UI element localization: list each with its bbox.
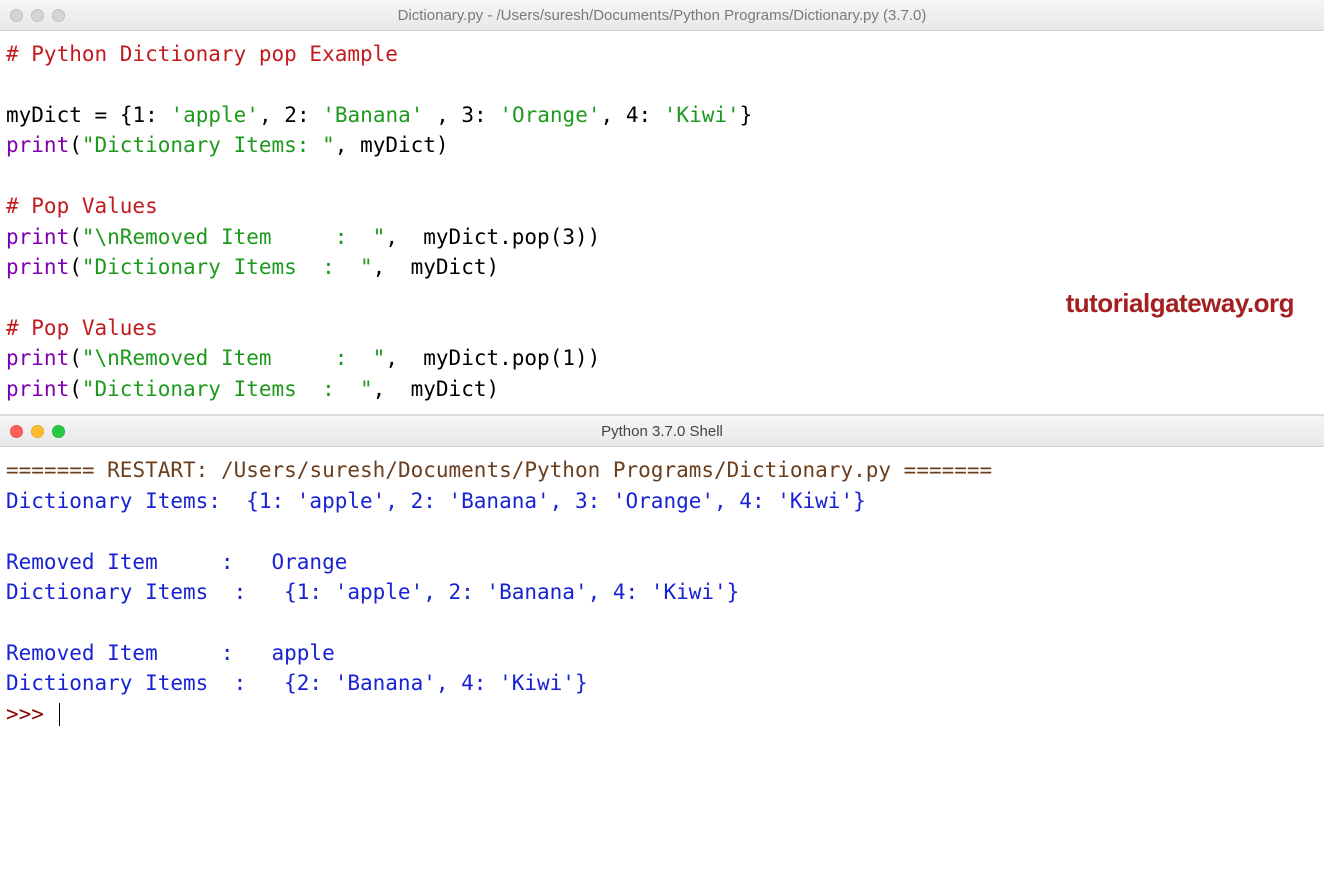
code-string: 'Banana' bbox=[322, 103, 423, 127]
code-text: myDict bbox=[360, 133, 436, 157]
code-text: ) bbox=[575, 225, 588, 249]
code-text: 4 bbox=[626, 103, 639, 127]
code-text: : bbox=[474, 103, 487, 127]
zoom-icon[interactable] bbox=[52, 9, 65, 22]
shell-traffic-lights bbox=[10, 425, 65, 438]
code-string: "\nRemoved Item : " bbox=[82, 225, 385, 249]
cursor-icon bbox=[59, 703, 60, 726]
shell-line: Dictionary Items : {2: 'Banana', 4: 'Kiw… bbox=[6, 671, 588, 695]
shell-line: Dictionary Items: {1: 'apple', 2: 'Banan… bbox=[6, 489, 866, 513]
code-text: 1 bbox=[132, 103, 145, 127]
code-text: , bbox=[436, 103, 449, 127]
code-text: ) bbox=[486, 255, 499, 279]
close-icon[interactable] bbox=[10, 425, 23, 438]
code-string: "Dictionary Items : " bbox=[82, 255, 373, 279]
shell-line: Removed Item : Orange bbox=[6, 550, 347, 574]
code-text bbox=[107, 103, 120, 127]
code-comment: # Pop Values bbox=[6, 194, 158, 218]
code-builtin: print bbox=[6, 346, 69, 370]
shell-line: ======= bbox=[904, 458, 993, 482]
code-text: ) bbox=[588, 225, 601, 249]
code-text: 1 bbox=[562, 346, 575, 370]
shell-titlebar[interactable]: Python 3.7.0 Shell bbox=[0, 416, 1324, 447]
code-text: : bbox=[297, 103, 310, 127]
shell-line: Removed Item : apple bbox=[6, 641, 335, 665]
code-text: ( bbox=[550, 225, 563, 249]
code-comment: # Python Dictionary pop Example bbox=[6, 42, 398, 66]
code-text: , bbox=[385, 225, 398, 249]
code-string: "Dictionary Items: " bbox=[82, 133, 335, 157]
code-text: = bbox=[95, 103, 108, 127]
code-text: ( bbox=[69, 377, 82, 401]
code-text: , bbox=[335, 133, 348, 157]
code-text: ( bbox=[69, 346, 82, 370]
code-text: myDict bbox=[411, 377, 487, 401]
code-text: , bbox=[259, 103, 272, 127]
code-text: .pop bbox=[499, 346, 550, 370]
code-text: , bbox=[373, 255, 386, 279]
editor-titlebar[interactable]: Dictionary.py - /Users/suresh/Documents/… bbox=[0, 0, 1324, 31]
code-text: ) bbox=[436, 133, 449, 157]
code-text: ) bbox=[486, 377, 499, 401]
minimize-icon[interactable] bbox=[31, 425, 44, 438]
shell-prompt: >>> bbox=[6, 702, 57, 726]
editor-title: Dictionary.py - /Users/suresh/Documents/… bbox=[0, 7, 1324, 24]
code-text: ( bbox=[69, 255, 82, 279]
code-text: .pop bbox=[499, 225, 550, 249]
code-text: : bbox=[638, 103, 651, 127]
code-text: myDict bbox=[423, 346, 499, 370]
code-text: myDict bbox=[423, 225, 499, 249]
code-text: myDict bbox=[6, 103, 95, 127]
code-text: ( bbox=[69, 225, 82, 249]
code-string: "\nRemoved Item : " bbox=[82, 346, 385, 370]
code-text: } bbox=[740, 103, 753, 127]
code-string: 'apple' bbox=[170, 103, 259, 127]
editor-window: Dictionary.py - /Users/suresh/Documents/… bbox=[0, 0, 1324, 414]
code-builtin: print bbox=[6, 255, 69, 279]
minimize-icon[interactable] bbox=[31, 9, 44, 22]
code-text: ( bbox=[550, 346, 563, 370]
code-text: , bbox=[385, 346, 398, 370]
shell-line: RESTART: /Users/suresh/Documents/Python … bbox=[95, 458, 904, 482]
code-text: 3 bbox=[562, 225, 575, 249]
zoom-icon[interactable] bbox=[52, 425, 65, 438]
code-text: : bbox=[145, 103, 158, 127]
shell-output[interactable]: ======= RESTART: /Users/suresh/Documents… bbox=[0, 447, 1324, 739]
code-comment: # Pop Values bbox=[6, 316, 158, 340]
shell-window: Python 3.7.0 Shell ======= RESTART: /Use… bbox=[0, 414, 1324, 739]
close-icon[interactable] bbox=[10, 9, 23, 22]
code-builtin: print bbox=[6, 133, 69, 157]
code-builtin: print bbox=[6, 377, 69, 401]
shell-line: Dictionary Items : {1: 'apple', 2: 'Bana… bbox=[6, 580, 739, 604]
code-editor[interactable]: # Python Dictionary pop Example myDict =… bbox=[0, 31, 1324, 414]
shell-line: ======= bbox=[6, 458, 95, 482]
code-text: , bbox=[373, 377, 386, 401]
code-string: 'Orange' bbox=[499, 103, 600, 127]
code-text: myDict bbox=[411, 255, 487, 279]
code-text: ( bbox=[69, 133, 82, 157]
shell-title: Python 3.7.0 Shell bbox=[0, 423, 1324, 440]
code-text: , bbox=[601, 103, 614, 127]
code-text: 2 bbox=[284, 103, 297, 127]
code-builtin: print bbox=[6, 225, 69, 249]
code-string: 'Kiwi' bbox=[664, 103, 740, 127]
code-text: ) bbox=[575, 346, 588, 370]
code-text: 3 bbox=[461, 103, 474, 127]
code-text: ) bbox=[588, 346, 601, 370]
code-string: "Dictionary Items : " bbox=[82, 377, 373, 401]
editor-traffic-lights bbox=[10, 9, 65, 22]
code-text: { bbox=[120, 103, 133, 127]
